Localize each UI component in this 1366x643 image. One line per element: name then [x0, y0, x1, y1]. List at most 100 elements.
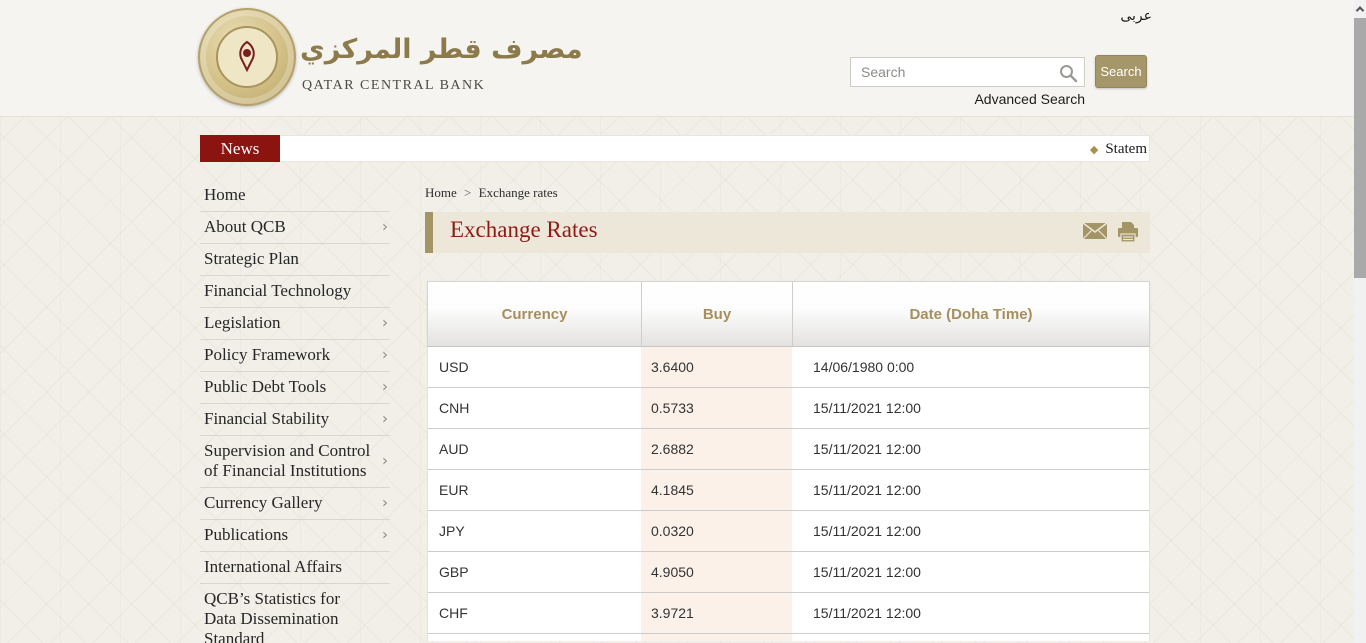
advanced-search-link[interactable]: Advanced Search	[974, 91, 1085, 107]
news-ticker-strip: ◆ Statem	[280, 135, 1150, 162]
sidebar-item-supervision-and-control-of-financial-institutions[interactable]: Supervision and Control of Financial Ins…	[200, 436, 390, 488]
language-switch-link[interactable]: عربى	[1120, 8, 1152, 24]
falcon-emblem-icon	[232, 40, 262, 74]
cell-currency: JPY	[428, 511, 641, 551]
cell-date: 15/11/2021 12:00	[792, 388, 1149, 428]
column-header-currency: Currency	[428, 282, 641, 346]
cell-buy: 4.1845	[641, 470, 792, 510]
cell-buy: 2.6882	[641, 429, 792, 469]
sidebar-item-international-affairs[interactable]: International Affairs	[200, 552, 390, 584]
sidebar-item-label: Public Debt Tools	[204, 377, 372, 397]
cell-date	[792, 634, 1149, 641]
sidebar-nav: Home About QCB › Strategic Plan Financial Te…	[200, 180, 390, 643]
sidebar-item-public-debt-tools[interactable]: Public Debt Tools ›	[200, 372, 390, 404]
cell-buy: 0.5733	[641, 388, 792, 428]
chevron-right-icon: ›	[382, 451, 388, 469]
page-title: Exchange Rates	[450, 217, 598, 243]
table-row: EUR4.184515/11/2021 12:00	[428, 470, 1149, 511]
sidebar-item-publications[interactable]: Publications ›	[200, 520, 390, 552]
cell-currency	[428, 634, 641, 641]
qcb-logo[interactable]: مصرف قطر المركزي QATAR CENTRAL BANK	[198, 6, 458, 110]
chevron-right-icon: ›	[382, 493, 388, 511]
cell-currency: USD	[428, 347, 641, 387]
cell-buy: 3.6400	[641, 347, 792, 387]
cell-buy	[641, 634, 792, 641]
main-content: Home > Exchange rates Exchange Rates Cu	[425, 185, 1150, 641]
chevron-right-icon: ›	[382, 345, 388, 363]
sidebar-item-qcb-s-statistics-for-data-dissemination-standard[interactable]: QCB’s Statistics for Data Dissemination …	[200, 584, 390, 643]
cell-currency: EUR	[428, 470, 641, 510]
sidebar-item-currency-gallery[interactable]: Currency Gallery ›	[200, 488, 390, 520]
sidebar-item-strategic-plan[interactable]: Strategic Plan	[200, 244, 390, 276]
sidebar-item-legislation[interactable]: Legislation ›	[200, 308, 390, 340]
site-header: مصرف قطر المركزي QATAR CENTRAL BANK عربى…	[0, 0, 1366, 116]
search-button[interactable]: Search	[1095, 55, 1147, 88]
search-icon	[1058, 63, 1078, 83]
news-tab[interactable]: News	[200, 135, 280, 162]
cell-buy: 0.0320	[641, 511, 792, 551]
cell-buy: 4.9050	[641, 552, 792, 592]
news-ticker-item[interactable]: ◆ Statem	[1090, 136, 1147, 162]
cell-currency: GBP	[428, 552, 641, 592]
news-bar: News ◆ Statem	[200, 135, 1150, 162]
search-input[interactable]	[851, 58, 1084, 86]
breadcrumb-separator: >	[464, 185, 471, 200]
sidebar-item-label: Strategic Plan	[204, 249, 372, 269]
qcb-wordmark: QATAR CENTRAL BANK	[302, 78, 485, 94]
scrollbar-thumb[interactable]	[1354, 18, 1366, 278]
breadcrumb-home[interactable]: Home	[425, 185, 457, 200]
cell-currency: CNH	[428, 388, 641, 428]
sidebar-item-label: Policy Framework	[204, 345, 372, 365]
page-action-icons	[1082, 221, 1140, 243]
table-row: JPY0.032015/11/2021 12:00	[428, 511, 1149, 552]
chevron-right-icon: ›	[382, 525, 388, 543]
sidebar-item-financial-technology[interactable]: Financial Technology	[200, 276, 390, 308]
cell-date: 15/11/2021 12:00	[792, 511, 1149, 551]
sidebar-item-financial-stability[interactable]: Financial Stability›	[200, 404, 390, 436]
sidebar-item-label: QCB’s Statistics for Data Dissemination …	[204, 589, 372, 643]
sidebar-item-home[interactable]: Home	[200, 180, 390, 212]
cell-date: 15/11/2021 12:00	[792, 552, 1149, 592]
scroll-up-button[interactable]	[1354, 2, 1366, 16]
chevron-right-icon: ›	[382, 217, 388, 235]
print-icon[interactable]	[1116, 221, 1140, 243]
cell-date: 15/11/2021 12:00	[792, 593, 1149, 633]
qcb-arabic-calligraphy: مصرف قطر المركزي	[300, 24, 458, 76]
sidebar-item-label: Supervision and Control of Financial Ins…	[204, 441, 372, 481]
table-row: USD3.640014/06/1980 0:00	[428, 347, 1149, 388]
sidebar-item-policy-framework[interactable]: Policy Framework ›	[200, 340, 390, 372]
search-box	[850, 57, 1085, 87]
diamond-bullet-icon: ◆	[1090, 143, 1098, 156]
column-header-buy: Buy	[641, 282, 792, 346]
table-row: AUD2.688215/11/2021 12:00	[428, 429, 1149, 470]
vertical-scrollbar[interactable]	[1354, 0, 1366, 643]
sidebar-item-label: Home	[204, 185, 372, 205]
table-header-row: Currency Buy Date (Doha Time)	[427, 281, 1150, 347]
chevron-right-icon: ›	[382, 377, 388, 395]
sidebar-item-about-qcb[interactable]: About QCB ›	[200, 212, 390, 244]
page-title-bar: Exchange Rates	[425, 212, 1150, 253]
table-row: GBP4.905015/11/2021 12:00	[428, 552, 1149, 593]
cell-currency: CHF	[428, 593, 641, 633]
table-row-partial	[428, 634, 1149, 641]
cell-buy: 3.9721	[641, 593, 792, 633]
table-row: CHF3.972115/11/2021 12:00	[428, 593, 1149, 634]
qcb-coin-seal-icon	[198, 8, 296, 106]
breadcrumb-current: Exchange rates	[479, 185, 558, 200]
cell-currency: AUD	[428, 429, 641, 469]
sidebar-item-label: About QCB	[204, 217, 372, 237]
cell-date: 15/11/2021 12:00	[792, 470, 1149, 510]
sidebar-item-label: Legislation	[204, 313, 372, 333]
sidebar-item-label: Currency Gallery	[204, 493, 372, 513]
chevron-right-icon: ›	[382, 313, 388, 331]
email-icon[interactable]	[1082, 221, 1108, 241]
chevron-up-icon	[1356, 6, 1364, 14]
cell-date: 15/11/2021 12:00	[792, 429, 1149, 469]
column-header-date: Date (Doha Time)	[792, 282, 1149, 346]
coin-inner-emblem	[216, 26, 278, 88]
exchange-rates-table: Currency Buy Date (Doha Time) USD3.64001…	[427, 281, 1150, 641]
sidebar-item-label: Publications	[204, 525, 372, 545]
chevron-right-icon: ›	[382, 409, 388, 427]
table-body: USD3.640014/06/1980 0:00CNH0.573315/11/2…	[427, 347, 1150, 641]
sidebar-item-label: Financial Technology	[204, 281, 372, 301]
